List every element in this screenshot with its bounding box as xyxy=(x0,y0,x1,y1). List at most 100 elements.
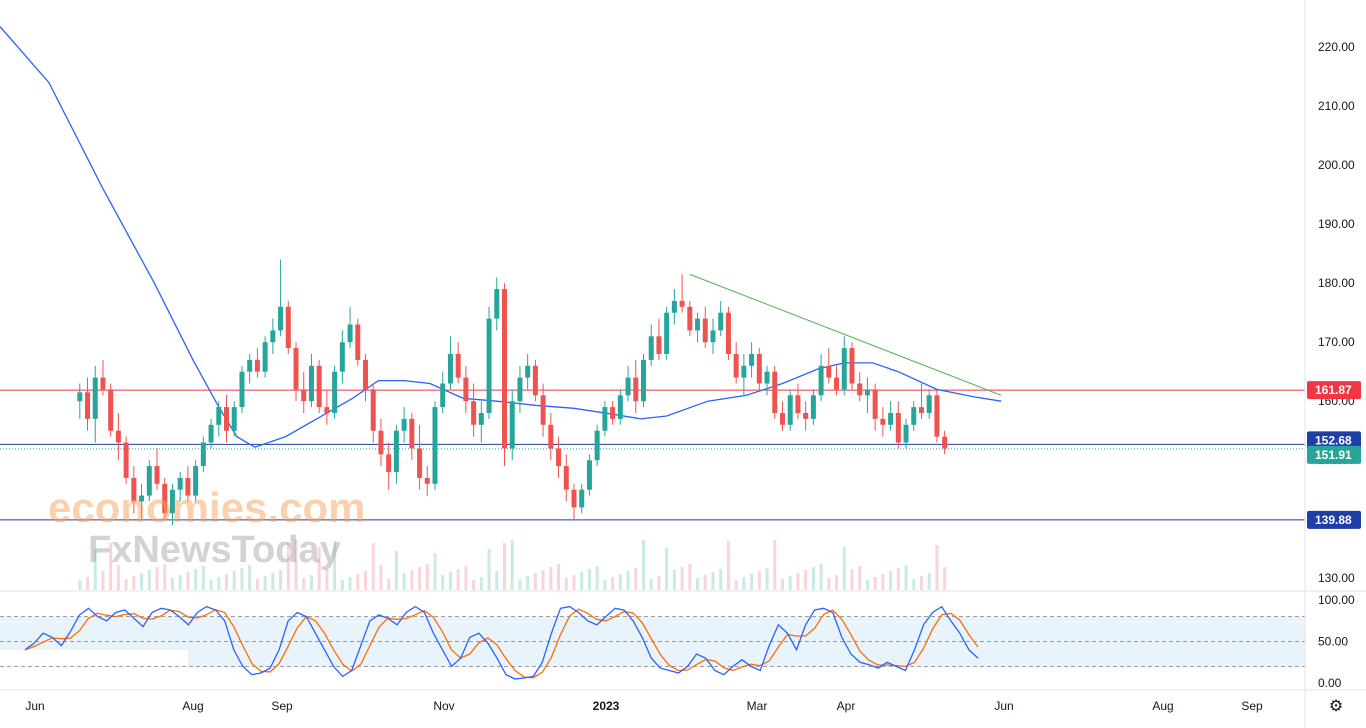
volume-bar xyxy=(634,568,638,590)
volume-bar xyxy=(410,570,414,590)
candle-body xyxy=(888,413,894,425)
candle-body xyxy=(216,407,222,425)
moving-average-line xyxy=(0,26,1002,448)
volume-bar xyxy=(263,576,267,590)
volume-bar xyxy=(611,577,615,590)
volume-bar xyxy=(495,571,499,590)
volume-bar xyxy=(804,570,808,590)
candle-body xyxy=(602,407,608,431)
time-tick-label: Aug xyxy=(182,699,203,713)
volume-bar xyxy=(557,564,561,590)
candle-body xyxy=(563,466,569,490)
candle-body xyxy=(880,418,886,425)
candle-body xyxy=(285,306,291,349)
candle-body xyxy=(787,395,793,425)
settings-gear-icon[interactable]: ⚙ xyxy=(1326,696,1346,716)
candle-body xyxy=(224,407,230,431)
candle-body xyxy=(447,354,453,384)
volume-bar xyxy=(896,568,900,590)
price-tick-label: 220.00 xyxy=(1318,40,1355,54)
candle-body xyxy=(671,300,677,313)
volume-bar xyxy=(603,580,607,590)
volume-bar xyxy=(402,573,406,590)
watermark-line2: FxNewsToday xyxy=(88,529,341,571)
volume-bar xyxy=(711,572,715,590)
volume-bar xyxy=(209,580,213,590)
candle-body xyxy=(417,448,423,478)
price-tick-label: 130.00 xyxy=(1318,571,1355,585)
volume-bar xyxy=(618,574,622,590)
volume-bar xyxy=(448,572,452,590)
volume-bar xyxy=(919,576,923,590)
candle-body xyxy=(254,359,260,372)
volume-bar xyxy=(325,569,329,590)
candle-body xyxy=(77,392,83,402)
candle-body xyxy=(710,330,716,343)
candle-body xyxy=(432,407,438,484)
volume-bar xyxy=(796,573,800,590)
candle-body xyxy=(92,377,98,419)
candle-body xyxy=(772,371,778,413)
candle-body xyxy=(818,365,824,396)
candle-body xyxy=(826,365,832,378)
volume-bar xyxy=(533,573,537,590)
candle-body xyxy=(301,389,307,402)
volume-bar xyxy=(688,564,692,590)
candle-body xyxy=(834,377,840,390)
price-level-badge-label: 139.88 xyxy=(1315,513,1352,527)
volume-bar xyxy=(672,570,676,590)
candle-body xyxy=(872,389,878,419)
time-tick-label: Sep xyxy=(1241,699,1263,713)
volume-bar xyxy=(170,578,174,590)
candle-body xyxy=(633,377,639,402)
candle-body xyxy=(749,354,755,366)
candle-body xyxy=(247,359,253,372)
candle-body xyxy=(332,371,338,413)
volume-bar xyxy=(742,577,746,590)
candle-body xyxy=(579,489,585,508)
time-tick-label: Sep xyxy=(271,699,293,713)
volume-bar xyxy=(371,543,375,590)
watermark: economies.comFxNewsToday xyxy=(48,484,365,571)
candle-body xyxy=(741,365,747,378)
candle-body xyxy=(525,365,531,378)
volume-bar xyxy=(750,574,754,590)
price-level-badge-label: 152.68 xyxy=(1315,433,1352,447)
oscillator-tick-label: 100.00 xyxy=(1318,593,1355,607)
candle-body xyxy=(556,448,562,467)
candle-body xyxy=(316,365,322,408)
price-tick-label: 210.00 xyxy=(1318,99,1355,113)
candle-body xyxy=(355,324,361,360)
candle-body xyxy=(718,312,724,331)
candle-body xyxy=(895,413,901,443)
candle-body xyxy=(463,377,469,402)
volume-bar xyxy=(788,576,792,590)
volume-bar xyxy=(472,580,476,590)
candle-body xyxy=(509,401,515,449)
oscillator-tick-label: 50.00 xyxy=(1318,635,1348,649)
volume-bar xyxy=(564,578,568,590)
volume-bar xyxy=(827,578,831,590)
time-tick-label: Mar xyxy=(747,699,768,713)
volume-bar xyxy=(873,577,877,590)
candle-body xyxy=(231,407,237,431)
oscillator-band-mask xyxy=(0,650,188,666)
candle-body xyxy=(725,312,731,354)
candle-body xyxy=(370,389,376,431)
candle-body xyxy=(393,430,399,472)
volume-bar xyxy=(696,578,700,590)
volume-bar xyxy=(626,571,630,590)
candle-body xyxy=(440,383,446,408)
volume-bar xyxy=(943,567,947,590)
volume-bar xyxy=(865,580,869,590)
watermark-line1: economies.com xyxy=(48,484,365,531)
candle-body xyxy=(617,395,623,419)
time-axis: Jun Aug Sep Nov 2023 Mar Apr Jun Aug Sep xyxy=(0,689,1366,713)
candle-body xyxy=(501,289,507,449)
candle-body xyxy=(942,436,948,449)
volume-bar xyxy=(904,565,908,590)
candle-body xyxy=(648,336,654,360)
candle-body xyxy=(424,477,430,484)
price-axis: 220.00210.00200.00190.00180.00170.00160.… xyxy=(1304,0,1361,728)
oscillator-pane: 100.00 50.00 0.00 xyxy=(0,590,1366,690)
